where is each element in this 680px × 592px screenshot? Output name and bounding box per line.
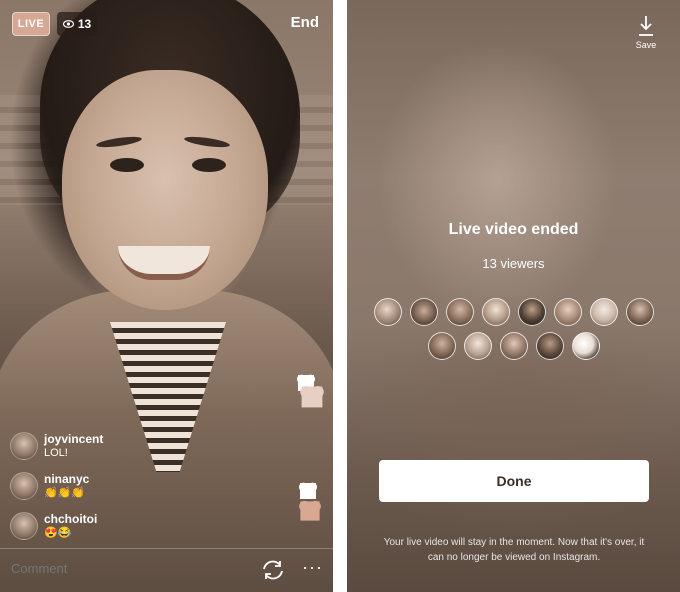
done-button[interactable]: Done — [379, 460, 649, 502]
heart-icon — [300, 483, 316, 499]
right-eye — [192, 158, 226, 172]
viewer-count: 13 — [77, 17, 92, 31]
eye-icon — [62, 20, 74, 28]
viewer-count-badge[interactable]: 13 — [57, 12, 97, 36]
avatar[interactable] — [10, 472, 38, 500]
viewer-avatars — [373, 298, 655, 366]
comment-username[interactable]: joyvincent — [44, 432, 103, 446]
camera-flip-icon[interactable] — [260, 559, 286, 581]
divider — [333, 0, 347, 592]
left-eye — [110, 158, 144, 172]
live-video-panel: LIVE 13 End joyvincent LOL! ninanyc 👏👏👏 — [0, 0, 333, 592]
comment-message: 😍😂 — [44, 527, 72, 539]
avatar[interactable] — [410, 298, 438, 326]
live-badge: LIVE — [12, 12, 50, 36]
comment-input[interactable] — [11, 561, 187, 576]
comment-message: 👏👏👏 — [44, 487, 86, 499]
avatar[interactable] — [554, 298, 582, 326]
heart-icon — [301, 386, 323, 408]
avatar[interactable] — [10, 432, 38, 460]
comment-item: joyvincent LOL! — [10, 432, 210, 472]
floating-hearts — [296, 375, 330, 525]
avatar[interactable] — [572, 332, 600, 360]
ended-panel: Save Live video ended 13 viewers Done Yo… — [347, 0, 680, 592]
avatar[interactable] — [536, 332, 564, 360]
comment-message: LOL! — [44, 447, 68, 459]
comment-username[interactable]: ninanyc — [44, 472, 89, 486]
comment-item: ninanyc 👏👏👏 — [10, 472, 210, 512]
avatar[interactable] — [446, 298, 474, 326]
avatar[interactable] — [518, 298, 546, 326]
avatar[interactable] — [464, 332, 492, 360]
heart-icon — [300, 501, 320, 521]
comment-list: joyvincent LOL! ninanyc 👏👏👏 chchoitoi 😍😂 — [10, 432, 210, 552]
bottom-bar: ··· — [0, 548, 333, 592]
avatar[interactable] — [590, 298, 618, 326]
viewer-count[interactable]: 13 viewers — [347, 256, 680, 271]
ended-title: Live video ended — [448, 221, 579, 238]
avatar[interactable] — [626, 298, 654, 326]
download-icon — [639, 16, 653, 36]
comment-username[interactable]: chchoitoi — [44, 512, 97, 526]
end-button[interactable]: End — [291, 14, 319, 31]
more-icon[interactable]: ··· — [302, 557, 323, 578]
avatar[interactable] — [374, 298, 402, 326]
save-label: Save — [635, 40, 657, 50]
save-button[interactable]: Save — [628, 14, 664, 50]
avatar[interactable] — [500, 332, 528, 360]
avatar[interactable] — [482, 298, 510, 326]
ended-note: Your live video will stay in the moment.… — [383, 537, 645, 563]
comment-item: chchoitoi 😍😂 — [10, 512, 210, 552]
avatar[interactable] — [10, 512, 38, 540]
avatar[interactable] — [428, 332, 456, 360]
